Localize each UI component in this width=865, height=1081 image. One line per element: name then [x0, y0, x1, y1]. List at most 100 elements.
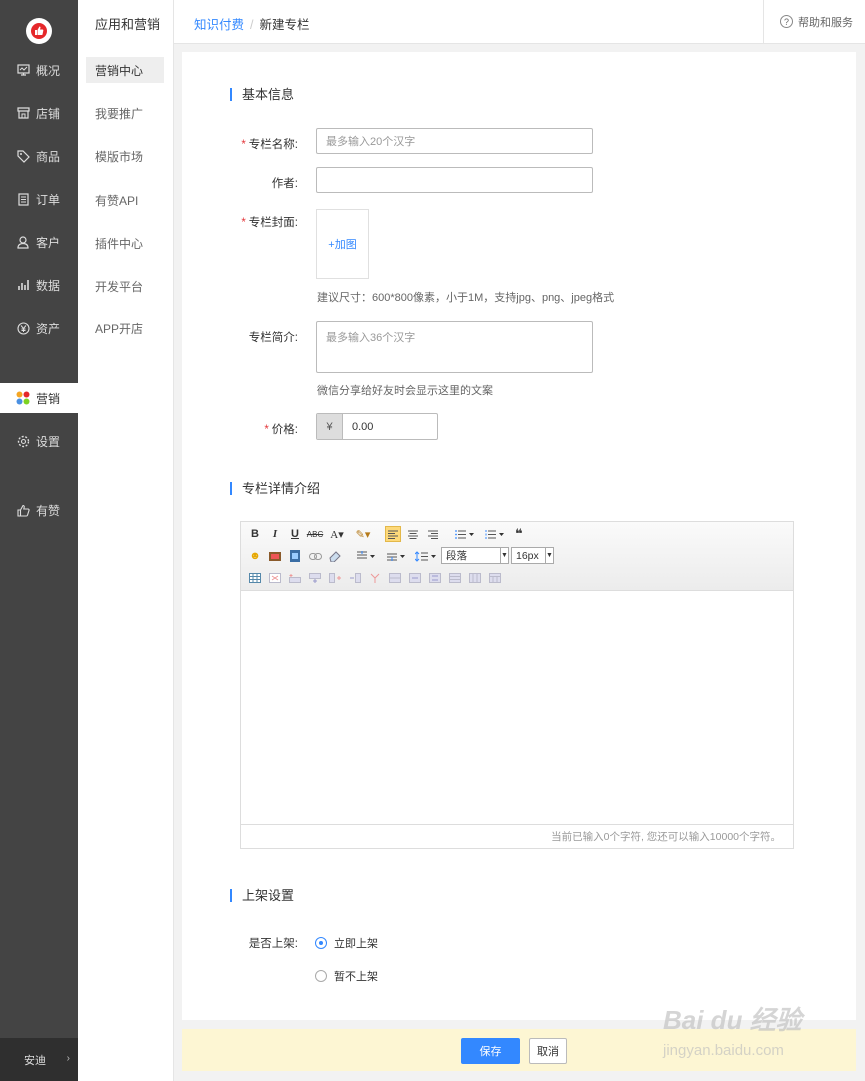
bullet-list-icon[interactable]: [453, 526, 477, 542]
chevron-down-icon: ▼: [500, 548, 508, 563]
tag-icon: [16, 149, 30, 163]
sidebar-item-template-market[interactable]: 模版市场: [86, 143, 164, 169]
nav-item-label: 店铺: [36, 106, 61, 121]
numbered-list-icon[interactable]: [483, 526, 507, 542]
nav-item-label: 资产: [36, 321, 61, 336]
sidebar-item-marketing-center[interactable]: 营销中心: [86, 57, 164, 83]
bar-chart-icon: [16, 278, 30, 292]
section-title-shelf: 上架设置: [230, 889, 294, 902]
insert-row-after-icon[interactable]: [307, 570, 323, 586]
nav-item-goods[interactable]: 商品: [0, 141, 78, 171]
radio-publish-later[interactable]: 暂不上架: [315, 968, 378, 984]
paragraph-select[interactable]: 段落 ▼: [441, 547, 509, 564]
required-mark: *: [241, 217, 246, 229]
watermark-logo: Bai du 经验: [663, 1005, 802, 1035]
shelf-label: 是否上架:: [248, 938, 298, 950]
sidebar-item-dev-platform[interactable]: 开发平台: [86, 273, 164, 299]
insert-row-before-icon[interactable]: [287, 570, 303, 586]
thumbs-up-icon: [16, 503, 30, 517]
document-icon: [16, 192, 30, 206]
link-icon[interactable]: [307, 548, 323, 564]
add-cover-button[interactable]: +加图: [316, 209, 369, 279]
editor-toolbar: B I U ABC A▾ ✎▾ ❝ ☻ 段落 ▼ 16px ▼: [241, 522, 793, 591]
nav-item-customers[interactable]: 客户: [0, 227, 78, 257]
radio-publish-now[interactable]: 立即上架: [315, 935, 378, 951]
sidebar-item-plugin-center[interactable]: 插件中心: [86, 230, 164, 256]
emoji-icon[interactable]: ☻: [247, 548, 263, 564]
align-right-icon[interactable]: [425, 526, 441, 542]
nav-item-settings[interactable]: 设置: [0, 426, 78, 456]
watermark-url: jingyan.baidu.com: [663, 1042, 784, 1059]
nav-item-overview[interactable]: 概况: [0, 55, 78, 85]
primary-sidebar: 概况 店铺 商品 订单 客户 数据 资产 营销 设置 有赞 安迪 ›: [0, 0, 78, 1081]
align-left-icon[interactable]: [385, 526, 401, 542]
row-spacing-top-icon[interactable]: [355, 548, 379, 564]
image-icon[interactable]: [267, 548, 283, 564]
merge-right-icon[interactable]: [407, 570, 423, 586]
chevron-down-icon: ▼: [545, 548, 553, 563]
thumbs-up-logo-icon: [35, 26, 44, 35]
nav-item-marketing[interactable]: 营销: [0, 383, 78, 413]
row-spacing-bottom-icon[interactable]: [385, 548, 409, 564]
nav-item-youzan[interactable]: 有赞: [0, 495, 78, 525]
gear-icon: [16, 434, 30, 448]
nav-item-label: 数据: [36, 278, 61, 293]
yen-icon: [16, 321, 30, 335]
blockquote-icon[interactable]: ❝: [511, 526, 527, 542]
align-center-icon[interactable]: [405, 526, 421, 542]
secondary-sidebar: 应用和营销 营销中心 我要推广 模版市场 有赞API 插件中心 开发平台 APP…: [78, 0, 174, 1081]
cancel-button[interactable]: 取消: [529, 1038, 567, 1064]
price-field[interactable]: ¥ 0.00: [316, 413, 438, 440]
section-title-detail: 专栏详情介绍: [230, 482, 320, 495]
question-icon: ?: [780, 15, 793, 28]
name-input[interactable]: 最多输入20个汉字: [316, 128, 593, 154]
highlight-icon[interactable]: ✎▾: [355, 526, 371, 542]
font-size-select[interactable]: 16px ▼: [511, 547, 554, 564]
intro-hint: 微信分享给好友时会显示这里的文案: [317, 385, 493, 397]
save-button[interactable]: 保存: [461, 1038, 520, 1064]
eraser-icon[interactable]: [327, 548, 343, 564]
split-cols-icon[interactable]: [467, 570, 483, 586]
merge-cells-icon[interactable]: [387, 570, 403, 586]
table-properties-icon[interactable]: [487, 570, 503, 586]
author-input[interactable]: [316, 167, 593, 193]
bold-icon[interactable]: B: [247, 526, 263, 542]
font-color-icon[interactable]: A▾: [329, 526, 345, 542]
logo[interactable]: [26, 18, 52, 44]
help-button[interactable]: ? 帮助和服务: [763, 0, 865, 43]
intro-label: 专栏简介:: [248, 332, 298, 344]
font-size-select-value: 16px: [516, 549, 539, 562]
nav-item-label: 商品: [36, 149, 61, 164]
help-label: 帮助和服务: [798, 16, 853, 29]
split-rows-icon[interactable]: [447, 570, 463, 586]
sidebar-item-promote[interactable]: 我要推广: [86, 100, 164, 126]
strikethrough-icon[interactable]: ABC: [307, 526, 323, 542]
marketing-icon: [16, 391, 30, 405]
name-label: * 专栏名称:: [241, 139, 298, 151]
sidebar-item-api[interactable]: 有赞API: [86, 187, 164, 213]
nav-item-orders[interactable]: 订单: [0, 184, 78, 214]
radio-checked-icon: [315, 937, 327, 949]
video-icon[interactable]: [287, 548, 303, 564]
nav-item-label: 概况: [36, 63, 61, 78]
cover-hint: 建议尺寸：600*800像素，小于1M，支持jpg、png、jpeg格式: [317, 292, 615, 304]
store-switcher[interactable]: 安迪 ›: [0, 1038, 78, 1081]
nav-item-assets[interactable]: 资产: [0, 313, 78, 343]
line-height-icon[interactable]: [413, 548, 439, 564]
insert-column-icon[interactable]: [327, 570, 343, 586]
delete-table-icon[interactable]: [267, 570, 283, 586]
delete-column-icon[interactable]: [347, 570, 363, 586]
rich-text-editor: B I U ABC A▾ ✎▾ ❝ ☻ 段落 ▼ 16px ▼ 当前已输入0个字…: [240, 521, 794, 849]
underline-icon[interactable]: U: [287, 526, 303, 542]
nav-item-shop[interactable]: 店铺: [0, 98, 78, 128]
breadcrumb-link[interactable]: 知识付费: [194, 18, 244, 32]
insert-table-icon[interactable]: [247, 570, 263, 586]
price-input[interactable]: 0.00: [343, 414, 373, 439]
italic-icon[interactable]: I: [267, 526, 283, 542]
nav-item-data[interactable]: 数据: [0, 270, 78, 300]
breadcrumb: 知识付费 / 新建专栏: [194, 14, 310, 33]
intro-textarea[interactable]: 最多输入36个汉字: [316, 321, 593, 373]
split-cells-icon[interactable]: [367, 570, 383, 586]
sidebar-item-app-store[interactable]: APP开店: [86, 315, 164, 341]
merge-down-icon[interactable]: [427, 570, 443, 586]
